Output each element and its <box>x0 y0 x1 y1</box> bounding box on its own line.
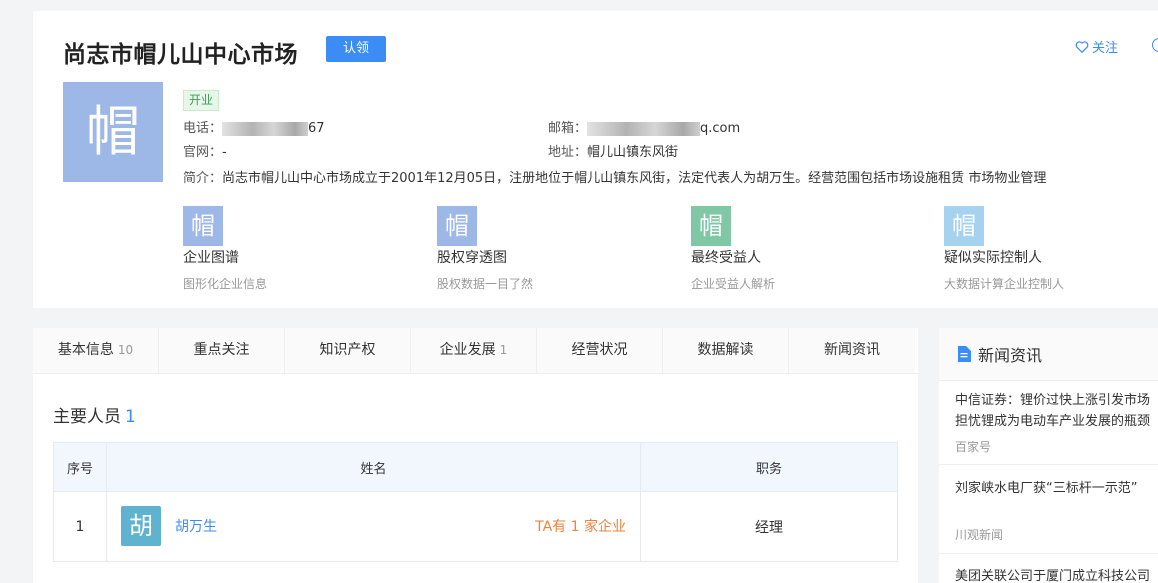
tab-basic-info[interactable]: 基本信息 10 <box>33 328 159 373</box>
tab-intellectual-property[interactable]: 知识产权 <box>285 328 411 373</box>
personnel-section-title: 主要人员 1 <box>53 402 136 427</box>
news-item-title-line1[interactable]: 刘家峡水电厂获“三标杆一示范” <box>955 478 1158 499</box>
table-row: 1 胡 胡万生 TA有 1 家企业 经理 <box>53 491 898 562</box>
tab-label: 新闻资讯 <box>824 342 880 358</box>
controller-icon: 帽 <box>944 206 984 246</box>
feature-title: 股权穿透图 <box>437 250 507 266</box>
personnel-table: 序号 姓名 职务 1 胡 胡万生 TA有 1 家企业 经理 <box>53 442 898 562</box>
feature-subtitle: 大数据计算企业控制人 <box>944 277 1065 291</box>
news-item[interactable]: 刘家峡水电厂获“三标杆一示范” 川观新闻 20 <box>955 478 1158 543</box>
share-icon[interactable] <box>1152 38 1158 52</box>
tab-key-attention[interactable]: 重点关注 <box>159 328 285 373</box>
personnel-count: 1 <box>125 407 136 427</box>
follow-button[interactable]: 关注 <box>1075 37 1118 56</box>
news-card: 新闻资讯 中信证券：锂价过快上涨引发市场 担忧锂成为电动车产业发展的瓶颈 百家号… <box>939 328 1158 583</box>
feature-equity-graph[interactable]: 帽 股权穿透图 股权数据一目了然 <box>437 206 637 292</box>
column-header-position: 职务 <box>640 442 898 492</box>
person-cell: 胡 胡万生 TA有 1 家企业 <box>106 491 641 562</box>
main-content-card: 基本信息 10 重点关注 知识产权 企业发展 1 经营状况 数据解读 新闻资讯 主要… <box>33 328 918 583</box>
intro-row: 简介：尚志市帽儿山中心市场成立于2001年12月05日，注册地位于帽儿山镇东风街… <box>183 167 1046 186</box>
claim-button[interactable]: 认领 <box>326 36 386 62</box>
feature-subtitle: 股权数据一目了然 <box>437 277 534 291</box>
news-title: 新闻资讯 <box>978 346 1043 365</box>
avatar[interactable]: 胡 <box>121 506 161 546</box>
tab-operations[interactable]: 经营状况 <box>537 328 663 373</box>
news-item-title-line2[interactable]: 担忧锂成为电动车产业发展的瓶颈 <box>955 411 1158 432</box>
feature-title: 最终受益人 <box>691 250 761 266</box>
email-row: 邮箱： q.com <box>548 117 740 136</box>
phone-value: 67 <box>308 121 325 136</box>
tab-label: 基本信息 <box>57 342 114 358</box>
email-mask <box>587 121 701 136</box>
website-value: - <box>222 145 227 160</box>
enterprise-graph-icon: 帽 <box>183 206 223 246</box>
equity-graph-icon: 帽 <box>437 206 477 246</box>
news-item-title-line1[interactable]: 美团关联公司于厦门成立科技公司 <box>955 566 1158 583</box>
intro-label: 简介： <box>183 171 223 186</box>
news-item-title-line1[interactable]: 中信证券：锂价过快上涨引发市场 <box>955 390 1158 411</box>
feature-enterprise-graph[interactable]: 帽 企业图谱 图形化企业信息 <box>183 206 383 292</box>
tab-count: 10 <box>117 343 134 357</box>
column-header-index: 序号 <box>53 442 107 492</box>
company-header-card: 尚志市帽儿山中心市场 认领 关注 帽 开业 电话： 67 邮箱： q.com 官网：… <box>33 11 1158 308</box>
tab-count: 1 <box>499 343 508 357</box>
news-item[interactable]: 中信证券：锂价过快上涨引发市场 担忧锂成为电动车产业发展的瓶颈 百家号 20 <box>955 390 1158 455</box>
person-name-link[interactable]: 胡万生 <box>175 516 217 536</box>
status-badge: 开业 <box>183 90 220 111</box>
feature-subtitle: 企业受益人解析 <box>691 277 776 291</box>
tab-data-insights[interactable]: 数据解读 <box>663 328 789 373</box>
feature-subtitle: 图形化企业信息 <box>183 277 268 291</box>
website-label: 官网： <box>183 145 223 160</box>
phone-mask <box>222 121 309 136</box>
address-value: 帽儿山镇东风街 <box>587 145 679 160</box>
row-index: 1 <box>53 491 107 562</box>
company-logo: 帽 <box>63 82 163 182</box>
feature-beneficiary[interactable]: 帽 最终受益人 企业受益人解析 <box>691 206 891 292</box>
document-icon <box>958 346 971 362</box>
feature-title: 企业图谱 <box>183 250 239 266</box>
tab-development[interactable]: 企业发展 1 <box>411 328 537 373</box>
news-source: 百家号 <box>955 440 992 454</box>
tab-label: 经营状况 <box>571 342 628 358</box>
address-row: 地址：帽儿山镇东风街 <box>548 141 678 160</box>
beneficiary-icon: 帽 <box>691 206 731 246</box>
news-header: 新闻资讯 <box>939 328 1158 381</box>
phone-label: 电话： <box>183 121 223 136</box>
follow-label: 关注 <box>1092 41 1119 56</box>
tab-label: 知识产权 <box>319 342 376 358</box>
intro-value: 尚志市帽儿山中心市场成立于2001年12月05日，注册地位于帽儿山镇东风街，法定… <box>222 171 1047 186</box>
tab-news[interactable]: 新闻资讯 <box>789 328 915 373</box>
news-item-meta: 百家号 20 <box>955 438 1158 455</box>
table-header-row: 序号 姓名 职务 <box>53 442 898 492</box>
address-label: 地址： <box>548 145 588 160</box>
tab-label: 企业发展 <box>439 342 496 358</box>
news-item-title-line2[interactable] <box>955 499 1158 520</box>
heart-icon <box>1075 40 1089 53</box>
section-tabs: 基本信息 10 重点关注 知识产权 企业发展 1 经营状况 数据解读 新闻资讯 <box>33 328 918 374</box>
divider <box>939 464 1158 465</box>
personnel-title: 主要人员 <box>53 407 121 427</box>
email-value: q.com <box>700 121 741 136</box>
divider <box>939 553 1158 554</box>
news-item[interactable]: 美团关联公司于厦门成立科技公司 <box>955 566 1158 583</box>
email-label: 邮箱： <box>548 121 588 136</box>
tab-label: 数据解读 <box>697 342 754 358</box>
feature-title: 疑似实际控制人 <box>944 250 1042 266</box>
person-companies-link[interactable]: TA有 1 家企业 <box>535 516 626 536</box>
phone-row: 电话： 67 <box>183 117 325 136</box>
news-source: 川观新闻 <box>955 528 1004 542</box>
news-item-meta: 川观新闻 20 <box>955 526 1158 543</box>
feature-controller[interactable]: 帽 疑似实际控制人 大数据计算企业控制人 <box>944 206 1144 292</box>
column-header-name: 姓名 <box>106 442 641 492</box>
company-name: 尚志市帽儿山中心市场 <box>63 42 298 68</box>
tab-label: 重点关注 <box>193 342 250 358</box>
row-position: 经理 <box>640 491 898 562</box>
website-row: 官网：- <box>183 141 227 160</box>
